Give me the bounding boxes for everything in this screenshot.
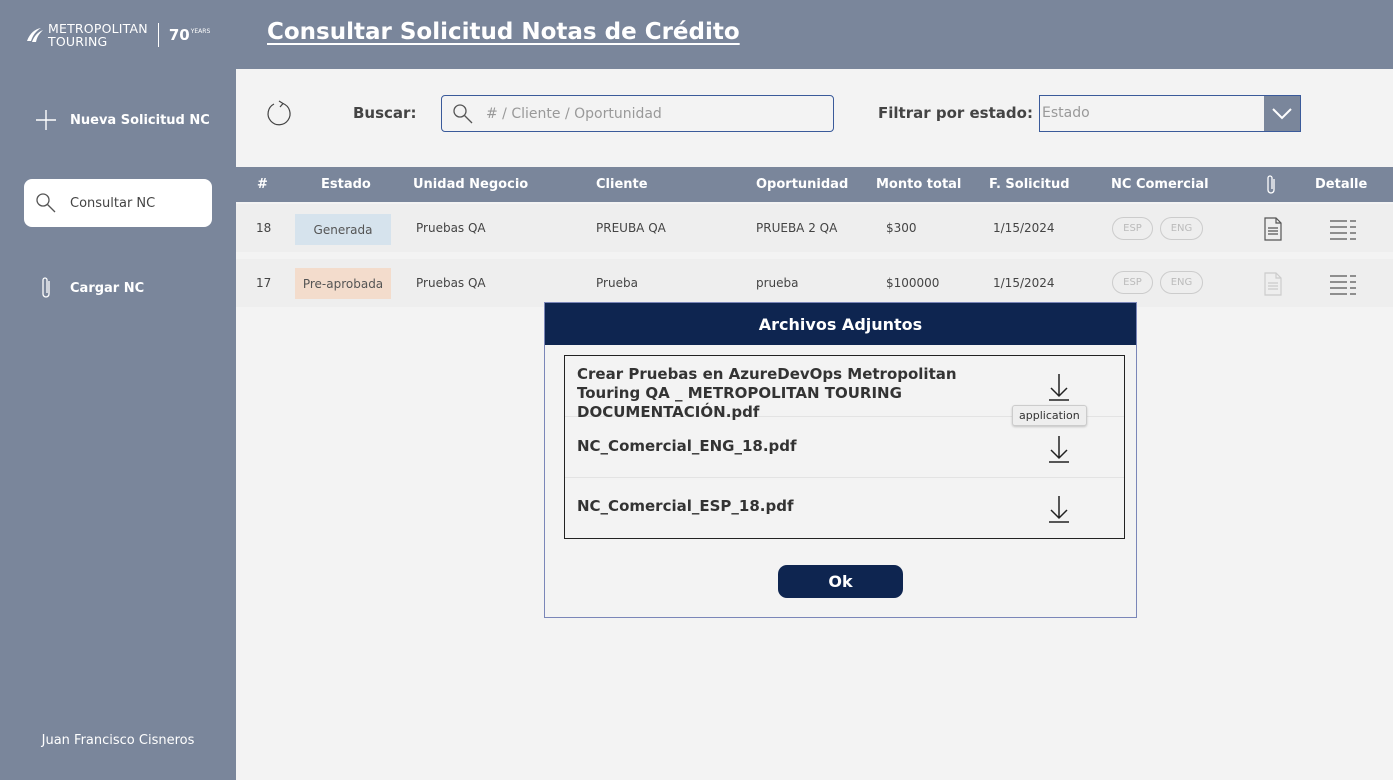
ok-button[interactable]: Ok (778, 565, 903, 598)
status-badge: Generada (295, 214, 391, 245)
sidebar: METROPOLITAN TOURING 70 YEARS Nueva Soli… (0, 0, 236, 780)
sidebar-item-label: Nueva Solicitud NC (70, 112, 210, 128)
document-icon[interactable] (1262, 217, 1284, 241)
brand-anniversary-sub: YEARS (190, 27, 211, 35)
column-header: Cliente (596, 177, 648, 192)
column-header: Estado (321, 177, 371, 192)
sidebar-item-consultar[interactable]: Consultar NC (24, 179, 212, 227)
status-badge: Pre-aprobada (295, 268, 391, 299)
attachment-item: NC_Comercial_ESP_18.pdf (565, 478, 1124, 539)
modal-title: Archivos Adjuntos (545, 303, 1136, 345)
download-icon[interactable] (1047, 434, 1071, 464)
status-filter-value: Estado (1042, 105, 1090, 121)
attachment-name: Crear Pruebas en AzureDevOps Metropolita… (577, 365, 957, 421)
search-input[interactable] (486, 105, 806, 122)
row-oportunidad: prueba (756, 276, 799, 290)
row-unidad: Pruebas QA (416, 221, 486, 235)
sidebar-item-cargar[interactable]: Cargar NC (24, 264, 212, 312)
tooltip: application (1012, 405, 1087, 426)
attachment-item: NC_Comercial_ENG_18.pdf (565, 417, 1124, 478)
search-field[interactable] (441, 95, 834, 132)
attachments-list: Crear Pruebas en AzureDevOps Metropolita… (564, 355, 1125, 539)
row-cliente: PREUBA QA (596, 221, 666, 235)
download-icon[interactable] (1047, 494, 1071, 524)
row-cliente: Prueba (596, 276, 638, 290)
brand-line2: TOURING (48, 34, 108, 49)
row-oportunidad: PRUEBA 2 QA (756, 221, 838, 235)
column-header: Oportunidad (756, 177, 849, 192)
filter-label: Filtrar por estado: (878, 104, 1033, 122)
user-name: Juan Francisco Cisneros (41, 733, 195, 748)
row-number: 17 (256, 276, 272, 290)
plus-icon (32, 106, 60, 134)
nc-esp-button[interactable]: ESP (1112, 271, 1153, 294)
brand-logo: METROPOLITAN TOURING 70 YEARS (24, 22, 210, 48)
nc-esp-button[interactable]: ESP (1112, 217, 1153, 240)
nc-eng-button[interactable]: ENG (1160, 217, 1203, 240)
table-row[interactable]: 17 Pre-aprobada Pruebas QA Prueba prueba… (236, 259, 1393, 307)
document-icon (1264, 272, 1282, 296)
column-header: F. Solicitud (989, 177, 1070, 192)
column-header: Unidad Negocio (413, 177, 529, 192)
search-icon (32, 189, 60, 217)
row-number: 18 (256, 221, 272, 235)
refresh-icon[interactable] (264, 99, 294, 129)
row-monto: $100000 (886, 276, 940, 290)
paperclip-icon (32, 274, 60, 302)
row-fecha: 1/15/2024 (993, 276, 1055, 290)
search-label: Buscar: (353, 104, 417, 122)
column-header: Detalle (1315, 177, 1368, 192)
page-title: Consultar Solicitud Notas de Crédito (267, 19, 740, 45)
brand-anniversary: 70 (168, 26, 190, 44)
brand-mark-icon (27, 28, 43, 42)
row-fecha: 1/15/2024 (993, 221, 1055, 235)
table-header: # Estado Unidad Negocio Cliente Oportuni… (236, 167, 1393, 202)
status-filter-dropdown-button[interactable] (1264, 96, 1300, 131)
column-header: # (257, 177, 268, 192)
paperclip-icon (1267, 175, 1275, 194)
detail-list-icon[interactable] (1329, 217, 1357, 241)
column-header: Monto total (876, 177, 962, 192)
column-header: NC Comercial (1111, 177, 1209, 192)
sidebar-item-label: Cargar NC (70, 280, 145, 296)
nc-eng-button[interactable]: ENG (1160, 271, 1203, 294)
attachment-name: NC_Comercial_ENG_18.pdf (577, 437, 797, 455)
attachment-name: NC_Comercial_ESP_18.pdf (577, 497, 794, 515)
status-filter-select[interactable]: Estado (1039, 95, 1301, 132)
search-icon (453, 103, 473, 123)
row-monto: $300 (886, 221, 917, 235)
chevron-down-icon (1272, 107, 1292, 119)
download-icon[interactable] (1047, 372, 1071, 402)
sidebar-item-label: Consultar NC (70, 195, 156, 211)
table-row[interactable]: 18 Generada Pruebas QA PREUBA QA PRUEBA … (236, 204, 1393, 252)
row-unidad: Pruebas QA (416, 276, 486, 290)
attachments-modal: Archivos Adjuntos Crear Pruebas en Azure… (544, 302, 1137, 618)
detail-list-icon[interactable] (1329, 272, 1357, 296)
sidebar-item-nueva-solicitud[interactable]: Nueva Solicitud NC (24, 96, 212, 144)
header: Consultar Solicitud Notas de Crédito (236, 0, 1393, 69)
